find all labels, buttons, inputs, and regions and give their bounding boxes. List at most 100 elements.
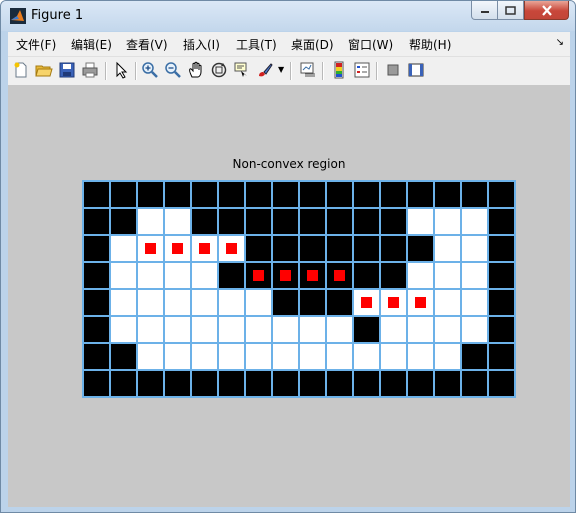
grid-cell [379, 261, 408, 290]
grid-cell [82, 261, 111, 290]
menu-insert[interactable]: 插入(I) [183, 36, 220, 53]
grid-cell [82, 342, 111, 371]
grid-cell [460, 315, 489, 344]
grid-cell [406, 369, 435, 398]
grid-cell [406, 342, 435, 371]
minimize-button[interactable] [471, 1, 498, 20]
new-figure-icon[interactable] [12, 61, 30, 79]
grid-cell [271, 180, 300, 209]
brush-icon[interactable] [256, 61, 274, 79]
show-plot-tools-icon[interactable] [407, 61, 425, 79]
grid-cell [325, 180, 354, 209]
grid-cell [460, 234, 489, 263]
grid-cell [217, 369, 246, 398]
grid-cell [190, 342, 219, 371]
grid-cell [406, 207, 435, 236]
edit-plot-icon[interactable] [112, 61, 130, 79]
close-icon [541, 4, 552, 16]
title-bar[interactable]: Figure 1 [1, 1, 575, 31]
pan-icon[interactable] [187, 61, 205, 79]
grid-cell [109, 180, 138, 209]
path-marker [199, 243, 210, 254]
grid-cell [487, 288, 516, 317]
grid-cell [217, 207, 246, 236]
grid-cell [433, 207, 462, 236]
grid-cell [298, 207, 327, 236]
zoom-out-icon[interactable] [164, 61, 182, 79]
grid-cell [217, 261, 246, 290]
grid-cell [325, 315, 354, 344]
open-file-icon[interactable] [35, 61, 53, 79]
grid-cell [460, 369, 489, 398]
grid-cell [487, 342, 516, 371]
menu-desktop[interactable]: 桌面(D) [291, 36, 334, 53]
print-icon[interactable] [81, 61, 99, 79]
grid-cell [136, 261, 165, 290]
grid-cell [244, 207, 273, 236]
grid-cell [190, 369, 219, 398]
grid-cell [217, 342, 246, 371]
grid-cell [136, 342, 165, 371]
grid-cell [325, 234, 354, 263]
menu-file[interactable]: 文件(F) [16, 36, 56, 53]
grid-cell [190, 207, 219, 236]
grid-cell [487, 369, 516, 398]
path-marker [415, 297, 426, 308]
menu-view[interactable]: 查看(V) [126, 36, 168, 53]
grid-cell [406, 261, 435, 290]
grid-cell [82, 315, 111, 344]
grid-cell [82, 180, 111, 209]
menu-tools[interactable]: 工具(T) [236, 36, 277, 53]
menu-help[interactable]: 帮助(H) [409, 36, 451, 53]
menu-window[interactable]: 窗口(W) [348, 36, 393, 53]
grid-cell [406, 180, 435, 209]
grid-cell [298, 234, 327, 263]
grid-cell [433, 261, 462, 290]
menu-edit[interactable]: 编辑(E) [71, 36, 112, 53]
save-icon[interactable] [58, 61, 76, 79]
grid-cell [190, 261, 219, 290]
path-marker [172, 243, 183, 254]
menu-dock-arrow-icon[interactable]: ↘ [556, 37, 564, 48]
grid-cell [298, 369, 327, 398]
grid-cell [433, 288, 462, 317]
grid-cell [298, 315, 327, 344]
grid-cell [379, 342, 408, 371]
data-cursor-icon[interactable] [233, 61, 251, 79]
grid-cell [136, 180, 165, 209]
menu-bar: 文件(F) 编辑(E) 查看(V) 插入(I) 工具(T) 桌面(D) 窗口(W… [8, 32, 570, 57]
path-marker [388, 297, 399, 308]
grid-cell [487, 234, 516, 263]
brush-dropdown-icon[interactable]: ▼ [278, 65, 284, 74]
grid-cell [109, 342, 138, 371]
grid-cell [379, 315, 408, 344]
link-plot-icon[interactable] [299, 61, 317, 79]
grid-cell [352, 369, 381, 398]
grid-cell [352, 234, 381, 263]
colorbar-icon[interactable] [330, 61, 348, 79]
grid-cell [163, 180, 192, 209]
grid-cell [433, 180, 462, 209]
grid-cell [109, 369, 138, 398]
grid-cell [433, 315, 462, 344]
grid-cell [379, 369, 408, 398]
path-marker [280, 270, 291, 281]
maximize-button[interactable] [498, 1, 524, 20]
hide-plot-tools-icon[interactable] [384, 61, 402, 79]
matlab-logo-icon [10, 8, 26, 24]
grid-cell [244, 234, 273, 263]
grid-cell [109, 315, 138, 344]
zoom-in-icon[interactable] [141, 61, 159, 79]
grid-cell [163, 207, 192, 236]
close-button[interactable] [524, 1, 569, 20]
rotate-3d-icon[interactable] [210, 61, 228, 79]
grid-cell [487, 315, 516, 344]
grid-cell [271, 234, 300, 263]
legend-icon[interactable] [353, 61, 371, 79]
grid-cell [217, 180, 246, 209]
grid-cell [217, 288, 246, 317]
grid-cell [82, 207, 111, 236]
grid-cell [487, 180, 516, 209]
plot-title: Non-convex region [232, 157, 346, 171]
grid-cell [325, 369, 354, 398]
